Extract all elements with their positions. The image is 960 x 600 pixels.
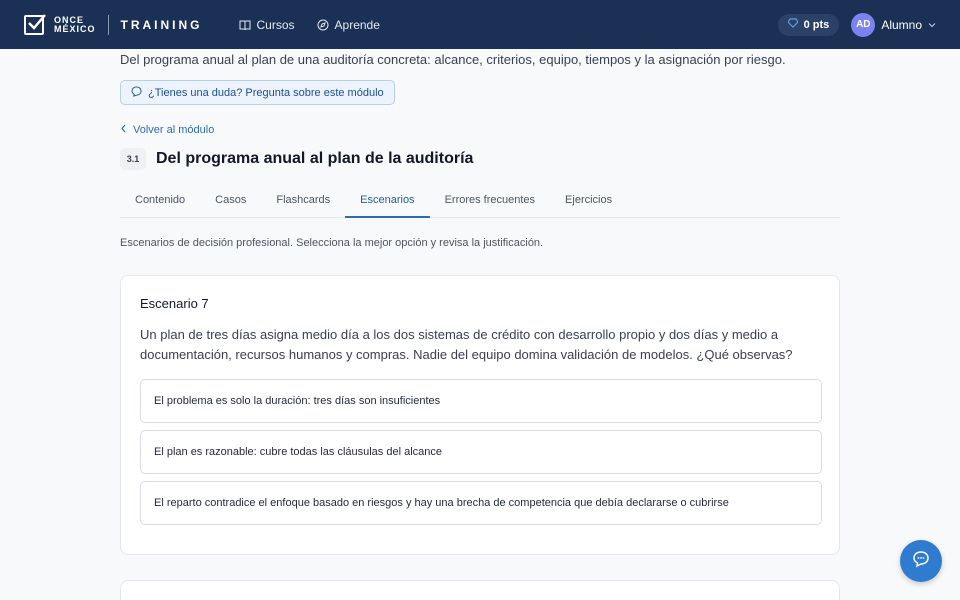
brand-divider [107, 14, 109, 35]
lesson-number-badge: 3.1 [120, 148, 146, 170]
avatar: AD [851, 12, 876, 37]
points-badge[interactable]: 0 pts [777, 13, 840, 36]
chat-bubble-icon [131, 85, 142, 100]
scenario-title: Escenario 7 [140, 296, 209, 311]
tab-casos[interactable]: Casos [200, 186, 261, 218]
next-scenario-card [120, 580, 840, 600]
nav-item-label: Cursos [256, 17, 295, 32]
back-to-module-link[interactable]: Volver al módulo [120, 124, 214, 136]
top-nav-bar: ONCE MÉXICO TRAINING Cursos Aprende 0 pt… [0, 0, 960, 49]
answer-option[interactable]: El reparto contradice el enfoque basado … [140, 481, 822, 525]
compass-icon [317, 19, 329, 31]
chat-icon [912, 550, 930, 573]
answer-option[interactable]: El plan es razonable: cubre todas las cl… [140, 430, 822, 474]
page-title: Del programa anual al plan de la auditor… [156, 150, 474, 167]
nav-item-cursos[interactable]: Cursos [239, 18, 295, 32]
chevron-left-icon [120, 124, 127, 136]
check-logo-icon [24, 13, 46, 35]
scenario-question: Un plan de tres días asigna medio día a … [140, 327, 793, 362]
points-value: 0 pts [803, 18, 830, 31]
chat-fab-button[interactable] [900, 540, 942, 582]
chevron-down-icon [928, 18, 936, 32]
back-link-label: Volver al módulo [133, 124, 215, 136]
main-nav: Cursos Aprende [239, 18, 380, 32]
nav-item-aprende[interactable]: Aprende [317, 18, 380, 32]
nav-item-label: Aprende [334, 17, 380, 32]
answer-option[interactable]: El problema es solo la duración: tres dí… [140, 379, 822, 423]
lesson-tabs: Contenido Casos Flashcards Escenarios Er… [120, 186, 840, 218]
module-subtitle: Del programa anual al plan de una audito… [120, 52, 786, 67]
tab-ejercicios[interactable]: Ejercicios [550, 186, 627, 218]
tab-flashcards[interactable]: Flashcards [261, 186, 345, 218]
ask-question-button[interactable]: ¿Tienes una duda? Pregunta sobre este mó… [120, 80, 395, 105]
brand-logo[interactable]: ONCE MÉXICO TRAINING [24, 13, 203, 35]
user-name: Alumno [881, 17, 922, 32]
scenario-card: Escenario 7 Un plan de tres días asigna … [120, 275, 840, 555]
book-icon [239, 19, 251, 31]
logo-wordmark: ONCE MÉXICO [54, 14, 96, 34]
diamond-icon [786, 18, 799, 31]
ask-question-label: ¿Tienes una duda? Pregunta sobre este mó… [148, 86, 384, 99]
user-menu[interactable]: AD Alumno [851, 12, 936, 37]
lesson-header: 3.1 Del programa anual al plan de la aud… [120, 148, 473, 170]
tab-contenido[interactable]: Contenido [120, 186, 200, 218]
tab-description: Escenarios de decisión profesional. Sele… [120, 237, 544, 249]
tab-escenarios[interactable]: Escenarios [345, 186, 430, 218]
brand-name: TRAINING [120, 17, 203, 32]
tab-errores-frecuentes[interactable]: Errores frecuentes [430, 186, 550, 218]
